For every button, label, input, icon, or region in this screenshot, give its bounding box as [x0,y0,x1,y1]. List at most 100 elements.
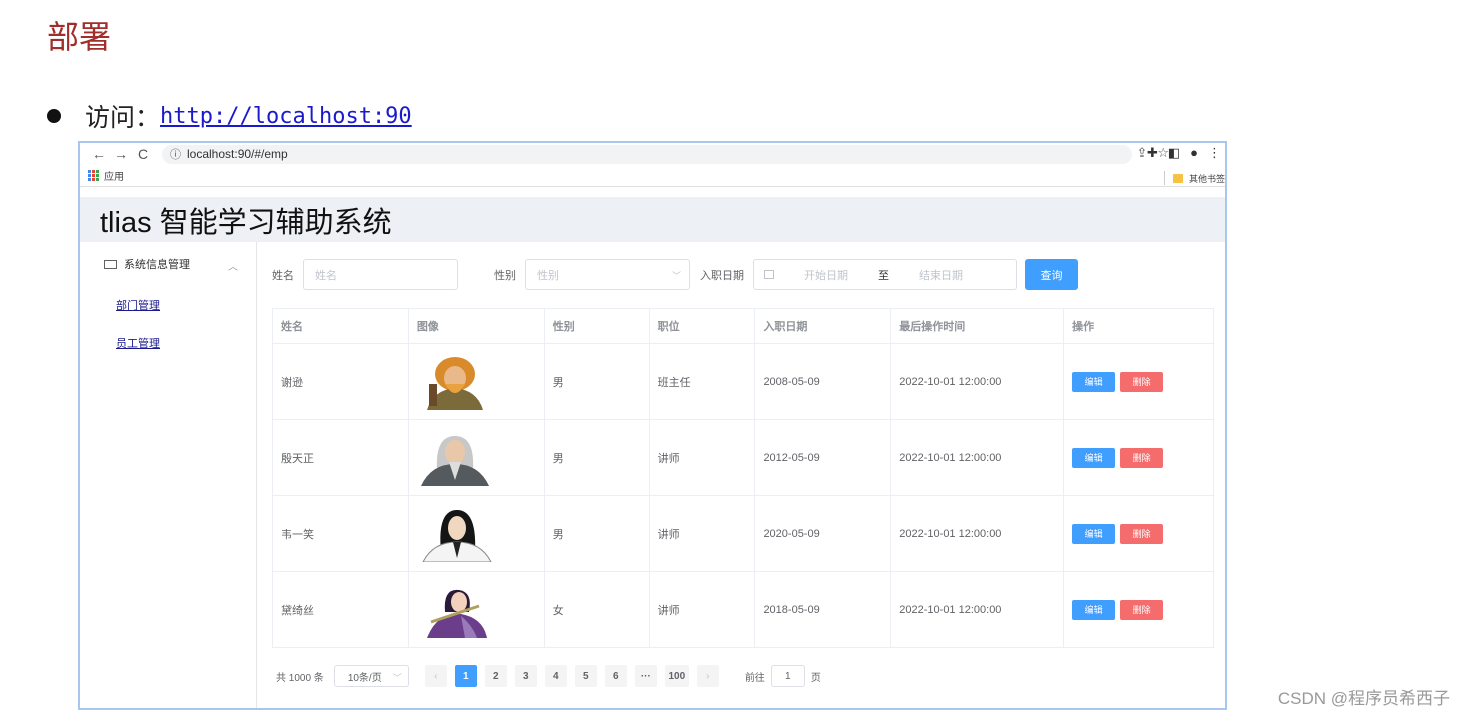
cell-update-time: 2022-10-01 12:00:00 [890,571,1065,648]
date-filter-label: 入职日期 [700,269,744,282]
page-button-3[interactable]: 3 [514,665,537,687]
gender-select[interactable]: 性别 ﹀ [525,259,690,290]
page-button-100[interactable]: 100 [664,665,689,687]
access-bullet: 访问： http://localhost:90 [47,100,412,132]
delete-button[interactable]: 删除 [1120,599,1164,620]
cell-actions: 编辑 删除 [1063,495,1214,572]
cell-gender: 男 [543,343,650,420]
cell-image [407,571,545,648]
page-ellipsis-button[interactable]: ··· [634,665,657,687]
employee-avatar-image [426,356,483,410]
cell-update-time: 2022-10-01 12:00:00 [890,419,1065,496]
page-size-value: 10条/页 [347,672,382,684]
cell-name: 殷天正 [272,419,409,496]
apps-grid-icon[interactable] [88,170,99,181]
delete-button[interactable]: 删除 [1120,447,1164,468]
cell-entry-date: 2018-05-09 [754,571,892,648]
cell-job: 班主任 [648,343,756,420]
folder-icon [1172,173,1183,183]
page-button-1[interactable]: 1 [454,665,477,687]
start-date-placeholder[interactable]: 开始日期 [804,267,848,283]
browser-screenshot: ← → C ⓘ localhost:90/#/emp ⇪ ☆ ✚ ◧ ● ⋮ 应… [78,141,1227,710]
gender-filter-label: 性别 [494,269,516,282]
name-input-placeholder: 姓名 [315,269,337,282]
forward-arrow-icon[interactable]: → [110,146,132,162]
end-date-placeholder[interactable]: 结束日期 [919,267,963,283]
edit-button[interactable]: 编辑 [1072,447,1116,468]
profile-icon[interactable]: ● [1190,145,1198,161]
site-info-icon[interactable]: ⓘ [170,146,181,162]
reload-icon[interactable]: C [132,146,154,162]
localhost-link[interactable]: http://localhost:90 [160,104,412,129]
col-header-actions[interactable]: 操作 [1063,308,1214,344]
bullet-dot-icon [47,109,61,123]
page-jumper: 前往 1 页 [745,665,821,687]
next-page-button[interactable]: › [696,665,719,687]
edit-button[interactable]: 编辑 [1072,599,1116,620]
cell-gender: 女 [543,571,650,648]
share-icon[interactable]: ⇪ [1136,145,1147,161]
app-title: tlias 智能学习辅助系统 [100,206,392,239]
pagination-total: 共 1000 条 [276,672,324,684]
goto-page-input[interactable]: 1 [770,665,805,687]
employee-avatar-image [420,435,489,486]
cell-entry-date: 2008-05-09 [754,343,892,420]
page-button-6[interactable]: 6 [604,665,627,687]
page-button-4[interactable]: 4 [544,665,567,687]
entry-date-range[interactable]: 开始日期 至 结束日期 [753,259,1017,290]
col-header-job[interactable]: 职位 [648,308,756,344]
col-header-image[interactable]: 图像 [407,308,545,344]
side-panel-icon[interactable]: ◧ [1168,145,1180,161]
table-row: 韦一笑 男 讲师 2020-05-09 2022-10-01 12:00:00 … [272,495,1214,572]
table-row: 谢逊 男 班主任 2008-05-09 2022-10-01 12:00:00 … [272,343,1214,420]
cell-update-time: 2022-10-01 12:00:00 [890,343,1065,420]
menu-group-label: 系统信息管理 [124,259,190,271]
cell-actions: 编辑 删除 [1063,419,1214,496]
table-row: 黛绮丝 女 讲师 2018-05-09 2022-10-01 12:00:00 … [272,571,1214,648]
address-url: localhost:90/#/emp [187,147,288,161]
cell-job: 讲师 [648,571,756,648]
sidebar-item-emp[interactable]: 员工管理 [80,324,256,362]
col-header-entry-date[interactable]: 入职日期 [754,308,892,344]
cell-name: 黛绮丝 [272,571,409,648]
back-arrow-icon[interactable]: ← [88,146,110,162]
table-row: 殷天正 男 讲师 2012-05-09 2022-10-01 12:00:00 … [272,419,1214,496]
query-button[interactable]: 查询 [1025,259,1078,290]
cell-gender: 男 [543,419,650,496]
filter-form: 姓名 姓名 性别 性别 ﹀ 入职日期 开始日期 至 结束日期 查询 [272,259,1078,290]
calendar-icon [764,270,774,279]
employee-avatar-image [426,589,487,638]
prev-page-button[interactable]: ‹ [424,665,447,687]
page-button-5[interactable]: 5 [574,665,597,687]
chevron-up-icon: ︿ [228,262,238,273]
cell-name: 谢逊 [272,343,409,420]
delete-button[interactable]: 删除 [1120,523,1164,544]
edit-button[interactable]: 编辑 [1072,523,1116,544]
page-button-2[interactable]: 2 [484,665,507,687]
extensions-icon[interactable]: ✚ [1147,145,1158,161]
bookmarks-bar: 应用 [80,165,1225,187]
col-header-name[interactable]: 姓名 [272,308,409,344]
menu-group-system[interactable]: 系统信息管理 ︿ [80,242,256,286]
page-size-select[interactable]: 10条/页 ﹀ [333,665,409,687]
csdn-watermark: CSDN @程序员希西子 [1277,689,1450,708]
bookmark-apps[interactable]: 应用 [104,168,124,183]
col-header-gender[interactable]: 性别 [543,308,650,344]
delete-button[interactable]: 删除 [1120,371,1164,392]
employee-avatar-image [422,509,492,562]
app-header: tlias 智能学习辅助系统 [80,197,1225,242]
menu-kebab-icon[interactable]: ⋮ [1208,145,1221,161]
address-bar[interactable]: ⓘ localhost:90/#/emp [162,144,1132,164]
employee-table: 姓名 图像 性别 职位 入职日期 最后操作时间 操作 谢逊 男 班主任 2008… [272,308,1214,648]
cell-job: 讲师 [648,495,756,572]
sidebar-item-dept[interactable]: 部门管理 [80,286,256,324]
date-range-separator: 至 [878,269,889,282]
name-input[interactable]: 姓名 [303,259,458,290]
col-header-update-time[interactable]: 最后操作时间 [890,308,1065,344]
cell-entry-date: 2012-05-09 [754,419,892,496]
other-bookmarks[interactable]: 其他书签 [1163,171,1225,185]
cell-gender: 男 [543,495,650,572]
toolbar-icons: ✚ ◧ ● ⋮ [1147,145,1221,161]
cell-actions: 编辑 删除 [1063,571,1214,648]
edit-button[interactable]: 编辑 [1072,371,1116,392]
